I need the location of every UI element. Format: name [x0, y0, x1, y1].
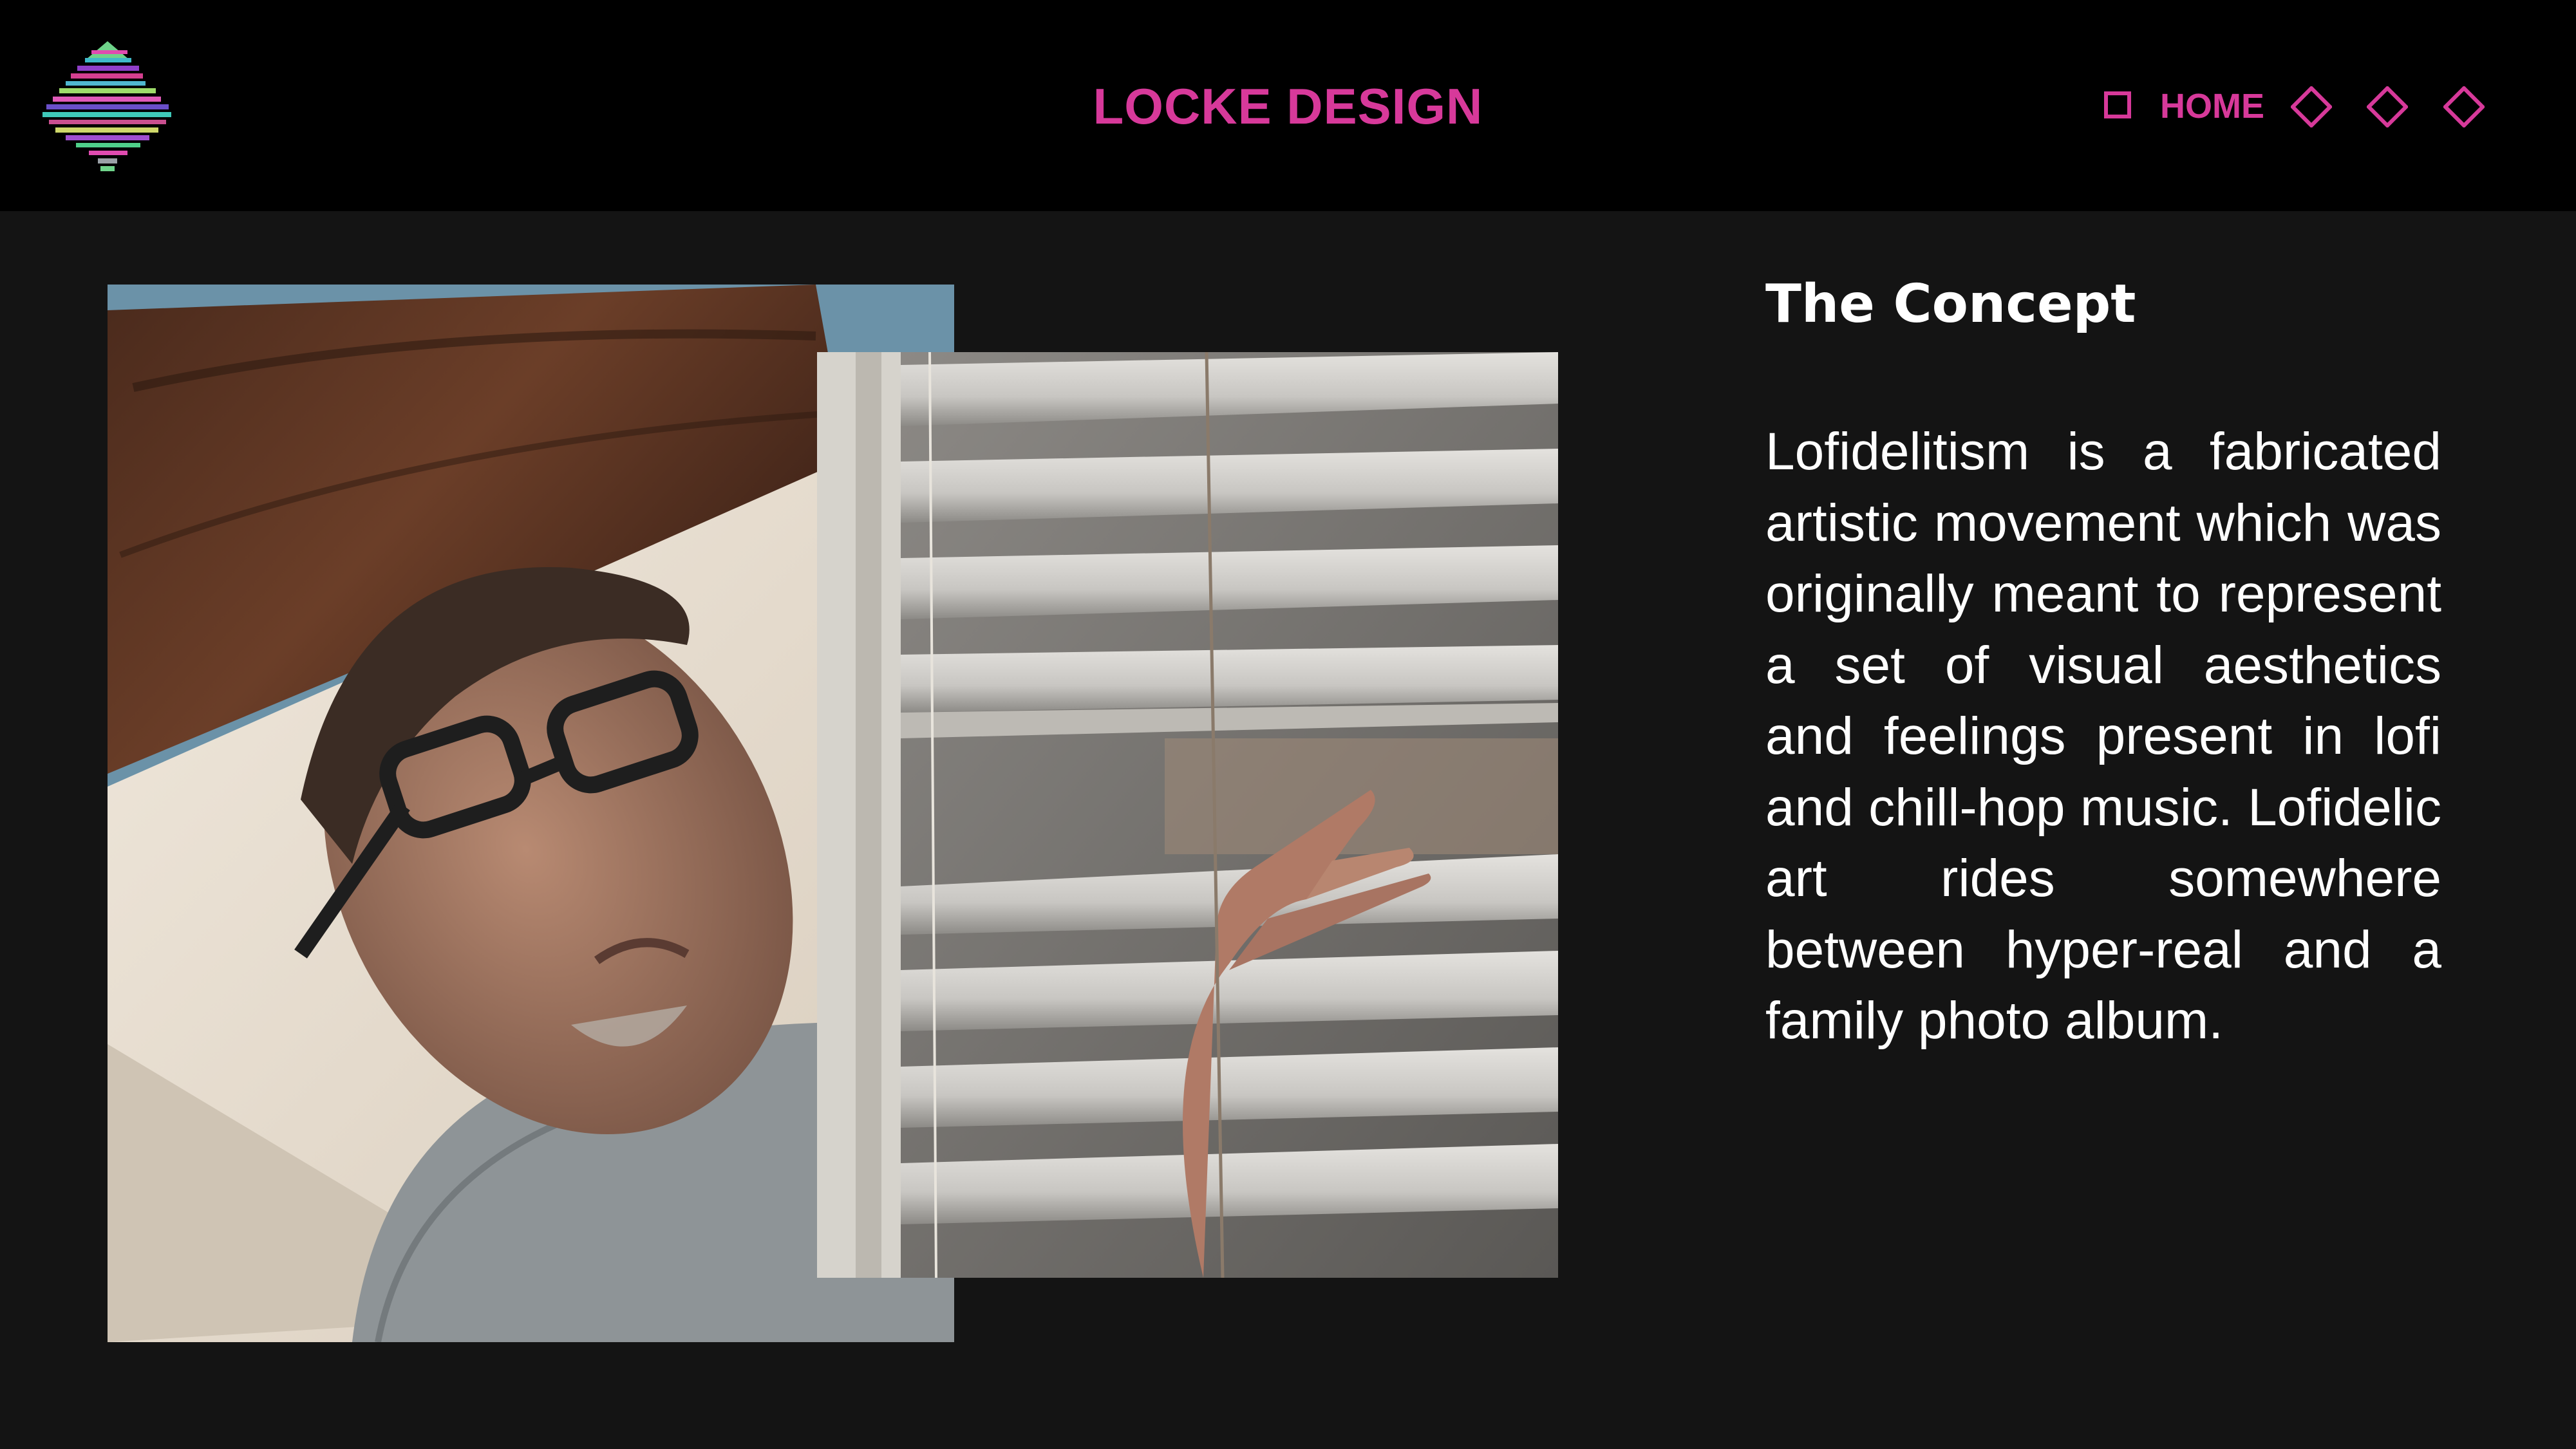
- window-blinds-photo: [817, 352, 1558, 1278]
- diamond-icon[interactable]: [2443, 86, 2485, 127]
- concept-description: Lofidelitism is a fabricated artistic mo…: [1765, 422, 2441, 1050]
- diamond-icon[interactable]: [2291, 86, 2332, 127]
- diamond-icon[interactable]: [2367, 86, 2408, 127]
- top-bar: LOCKE DESIGN HOME: [0, 0, 2576, 211]
- square-icon[interactable]: [2104, 91, 2131, 118]
- concept-heading: The Concept: [1765, 274, 2136, 335]
- nav-home-link[interactable]: HOME: [2160, 89, 2264, 124]
